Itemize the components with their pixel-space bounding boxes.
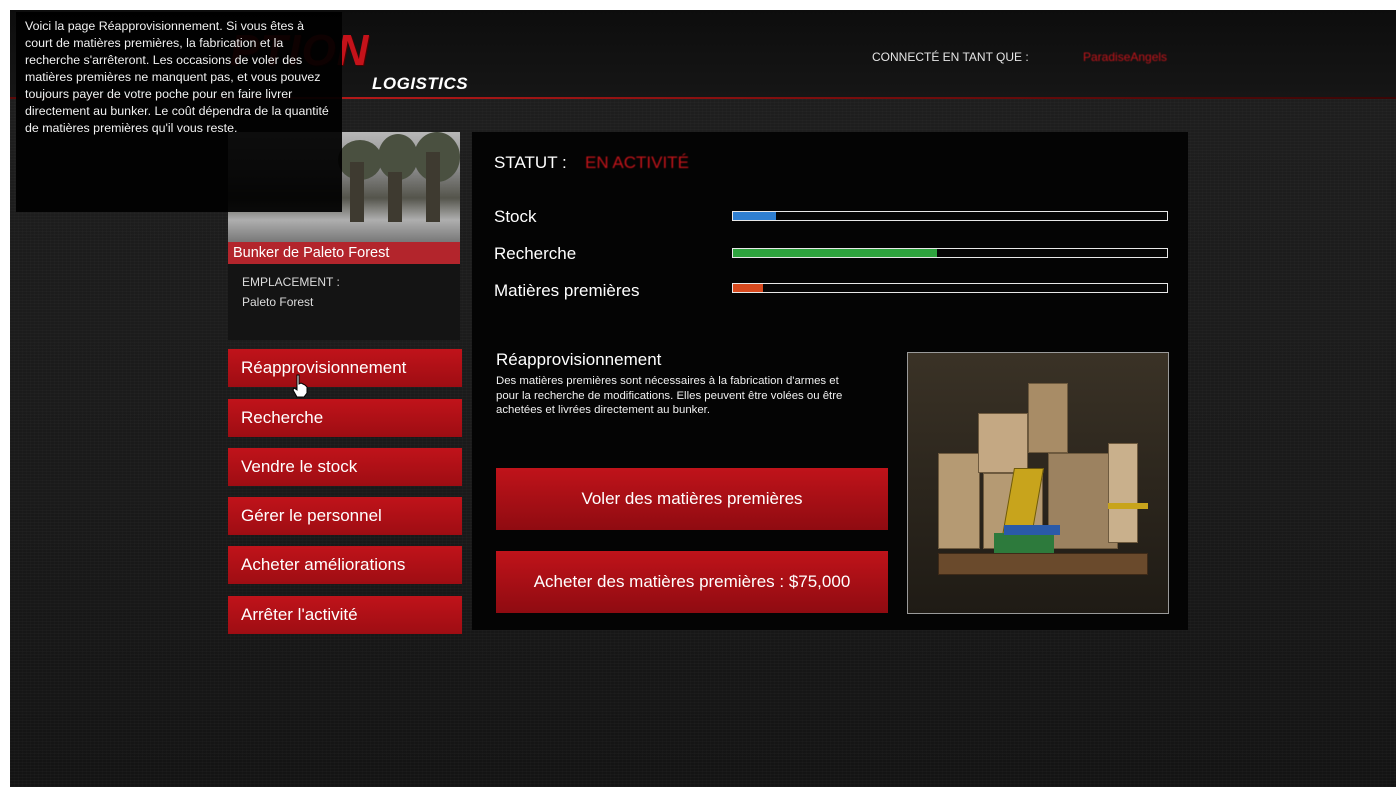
stock-label: Stock [494,207,537,226]
menu-manage-staff-button[interactable]: Gérer le personnel [228,497,462,535]
menu-sell-stock-button[interactable]: Vendre le stock [228,448,462,486]
buy-supplies-button[interactable]: Acheter des matières premières : $75,000 [496,551,888,613]
resupply-title: Réapprovisionnement [496,350,662,369]
stock-bar [732,211,1168,221]
research-bar-fill [733,249,937,257]
supplies-bar-fill [733,284,764,292]
menu-research-button[interactable]: Recherche [228,399,462,437]
hand-cursor-icon [292,374,308,398]
connected-as-label: CONNECTÉ EN TANT QUE : [872,50,1029,64]
property-info: EMPLACEMENT : Paleto Forest [228,264,460,340]
help-tooltip: Voici la page Réapprovisionnement. Si vo… [16,12,342,212]
supplies-label: Matières premières [494,281,640,300]
menu-shutdown-button[interactable]: Arrêter l'activité [228,596,462,634]
resupply-description: Des matières premières sont nécessaires … [496,375,843,416]
property-name: Bunker de Paleto Forest [228,242,460,264]
status-label: STATUT : [494,153,567,172]
location-label: EMPLACEMENT : [242,275,340,289]
menu-buy-upgrades-button[interactable]: Acheter améliorations [228,546,462,584]
supplies-photo [907,352,1169,614]
username: ParadiseAngels [1083,50,1168,64]
menu-resupply-button[interactable]: Réapprovisionnement [228,349,462,387]
status-value: EN ACTIVITÉ [585,153,689,172]
location-value: Paleto Forest [242,295,314,309]
company-logo-subtitle: LOGISTICS [372,74,469,93]
stock-bar-fill [733,212,777,220]
research-bar [732,248,1168,258]
supplies-bar [732,283,1168,293]
research-label: Recherche [494,244,577,263]
steal-supplies-button[interactable]: Voler des matières premières [496,468,888,530]
